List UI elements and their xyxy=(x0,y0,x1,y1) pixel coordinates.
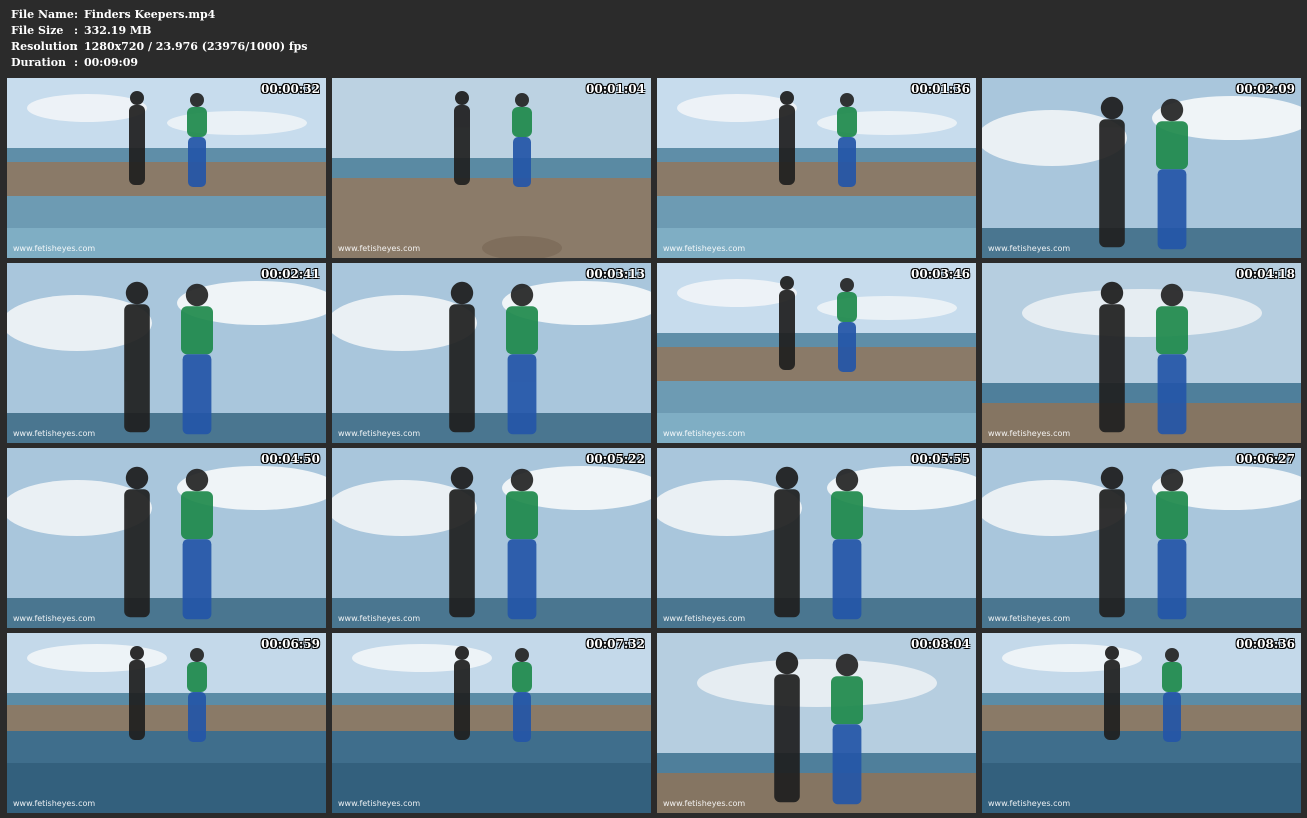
watermark-text: www.fetisheyes.com xyxy=(338,614,421,623)
info-key: File Name xyxy=(11,8,74,21)
video-thumbnail[interactable]: 00:01:04 www.fetisheyes.com xyxy=(332,78,651,258)
thumbnail-timestamp: 00:04:18 xyxy=(1236,267,1295,281)
watermark-text: www.fetisheyes.com xyxy=(988,244,1071,253)
video-thumbnail[interactable]: 00:06:27 www.fetisheyes.com xyxy=(982,448,1301,628)
watermark-text: www.fetisheyes.com xyxy=(13,244,96,253)
video-thumbnail[interactable]: 00:07:32 www.fetisheyes.com xyxy=(332,633,651,813)
watermark-text: www.fetisheyes.com xyxy=(663,429,746,438)
file-size-value: 332.19 MB xyxy=(84,24,152,37)
watermark-text: www.fetisheyes.com xyxy=(338,244,421,253)
info-key: File Size xyxy=(11,24,64,37)
thumbnail-image xyxy=(982,263,1301,443)
thumbnail-image xyxy=(7,78,326,258)
thumbnail-timestamp: 00:03:13 xyxy=(586,267,645,281)
file-info-panel: File Name : Finders Keepers.mp4 File Siz… xyxy=(11,7,308,71)
thumbnail-image xyxy=(657,448,976,628)
video-thumbnail[interactable]: 00:05:22 www.fetisheyes.com xyxy=(332,448,651,628)
thumbnail-image xyxy=(7,633,326,813)
info-key: Resolution xyxy=(11,40,78,53)
thumbnail-image xyxy=(982,448,1301,628)
thumbnail-timestamp: 00:01:36 xyxy=(911,82,970,96)
video-thumbnail[interactable]: 00:03:46 www.fetisheyes.com xyxy=(657,263,976,443)
watermark-text: www.fetisheyes.com xyxy=(13,614,96,623)
thumbnail-image xyxy=(332,633,651,813)
thumbnail-image xyxy=(982,78,1301,258)
thumbnail-timestamp: 00:02:09 xyxy=(1236,82,1295,96)
thumbnail-timestamp: 00:05:55 xyxy=(911,452,970,466)
watermark-text: www.fetisheyes.com xyxy=(988,429,1071,438)
watermark-text: www.fetisheyes.com xyxy=(13,799,96,808)
thumbnail-timestamp: 00:00:32 xyxy=(261,82,320,96)
thumbnail-image xyxy=(657,263,976,443)
info-separator: : xyxy=(74,24,79,37)
watermark-text: www.fetisheyes.com xyxy=(338,799,421,808)
thumbnail-timestamp: 00:08:36 xyxy=(1236,637,1295,651)
thumbnail-timestamp: 00:08:04 xyxy=(911,637,970,651)
video-thumbnail[interactable]: 00:08:36 www.fetisheyes.com xyxy=(982,633,1301,813)
video-thumbnail[interactable]: 00:04:50 www.fetisheyes.com xyxy=(7,448,326,628)
info-key: Duration xyxy=(11,56,67,69)
watermark-text: www.fetisheyes.com xyxy=(13,429,96,438)
video-thumbnail[interactable]: 00:02:41 www.fetisheyes.com xyxy=(7,263,326,443)
video-thumbnail[interactable]: 00:01:36 www.fetisheyes.com xyxy=(657,78,976,258)
thumbnail-image xyxy=(332,448,651,628)
thumbnail-timestamp: 00:06:27 xyxy=(1236,452,1295,466)
file-name-value: Finders Keepers.mp4 xyxy=(84,8,216,21)
thumbnail-timestamp: 00:03:46 xyxy=(911,267,970,281)
thumbnail-image xyxy=(332,78,651,258)
watermark-text: www.fetisheyes.com xyxy=(663,614,746,623)
thumbnail-timestamp: 00:06:59 xyxy=(261,637,320,651)
thumbnail-timestamp: 00:02:41 xyxy=(261,267,320,281)
watermark-text: www.fetisheyes.com xyxy=(663,244,746,253)
thumbnail-image xyxy=(657,78,976,258)
duration-value: 00:09:09 xyxy=(84,56,139,69)
watermark-text: www.fetisheyes.com xyxy=(663,799,746,808)
resolution-value: 1280x720 / 23.976 (23976/1000) fps xyxy=(84,40,308,53)
info-separator: : xyxy=(74,8,79,21)
thumbnail-timestamp: 00:05:22 xyxy=(586,452,645,466)
thumbnail-grid: 00:00:32 www.fetisheyes.com 00:01:04 www.fe… xyxy=(7,78,1301,813)
file-info-row: Duration : 00:09:09 xyxy=(11,55,308,71)
video-thumbnail[interactable]: 00:04:18 www.fetisheyes.com xyxy=(982,263,1301,443)
info-separator: : xyxy=(74,56,79,69)
video-thumbnail[interactable]: 00:00:32 www.fetisheyes.com xyxy=(7,78,326,258)
video-thumbnail[interactable]: 00:08:04 www.fetisheyes.com xyxy=(657,633,976,813)
thumbnail-image xyxy=(7,263,326,443)
thumbnail-image xyxy=(982,633,1301,813)
video-thumbnail[interactable]: 00:03:13 www.fetisheyes.com xyxy=(332,263,651,443)
thumbnail-timestamp: 00:01:04 xyxy=(586,82,645,96)
video-thumbnail[interactable]: 00:02:09 www.fetisheyes.com xyxy=(982,78,1301,258)
watermark-text: www.fetisheyes.com xyxy=(338,429,421,438)
thumbnail-image xyxy=(657,633,976,813)
thumbnail-timestamp: 00:07:32 xyxy=(586,637,645,651)
watermark-text: www.fetisheyes.com xyxy=(988,614,1071,623)
file-info-row: File Name : Finders Keepers.mp4 xyxy=(11,7,308,23)
thumbnail-timestamp: 00:04:50 xyxy=(261,452,320,466)
thumbnail-image xyxy=(7,448,326,628)
watermark-text: www.fetisheyes.com xyxy=(988,799,1071,808)
thumbnail-image xyxy=(332,263,651,443)
info-separator: : xyxy=(74,40,79,53)
file-info-row: File Size : 332.19 MB xyxy=(11,23,308,39)
video-thumbnail[interactable]: 00:05:55 www.fetisheyes.com xyxy=(657,448,976,628)
file-info-row: Resolution : 1280x720 / 23.976 (23976/10… xyxy=(11,39,308,55)
video-thumbnail[interactable]: 00:06:59 www.fetisheyes.com xyxy=(7,633,326,813)
